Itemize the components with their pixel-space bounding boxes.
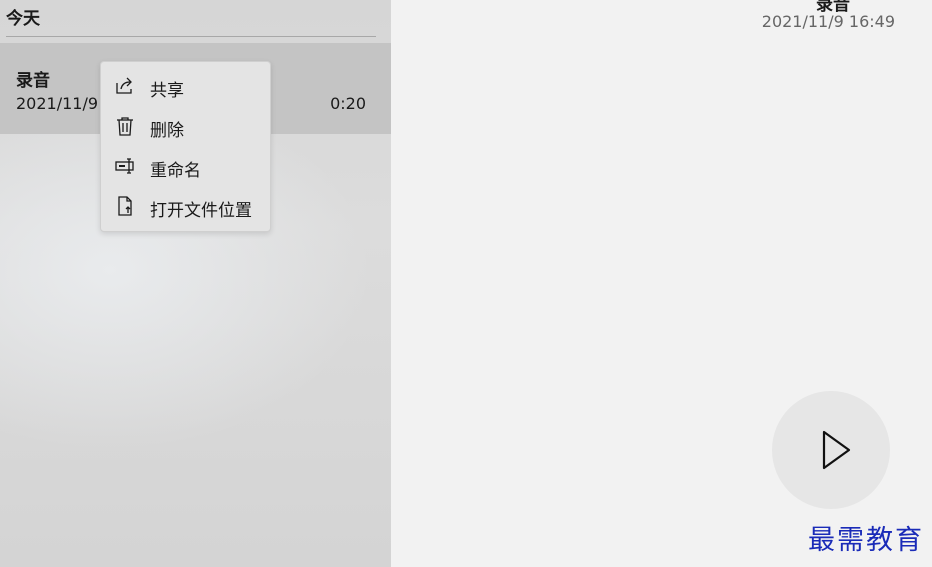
menu-item-delete[interactable]: 删除 [101,106,270,146]
recording-datetime: 2021/11/9 16:49 [761,12,895,31]
menu-item-rename-label: 重命名 [150,161,201,181]
group-header-today: 今天 [6,9,40,29]
context-menu: 共享 删除 重命名 打开文件位置 [100,61,271,232]
rename-icon [114,155,136,177]
watermark-logo: 最需教育 [808,525,924,556]
menu-item-share[interactable]: 共享 [101,66,270,106]
recording-name: 录音 [16,71,50,91]
group-divider [6,36,376,37]
recording-duration: 0:20 [330,94,366,113]
menu-item-open-file-location-label: 打开文件位置 [150,201,252,221]
menu-item-open-file-location[interactable]: 打开文件位置 [101,186,270,226]
play-button[interactable] [772,391,890,509]
open-file-location-icon [114,195,136,217]
menu-item-share-label: 共享 [150,81,184,101]
recording-date: 2021/11/9 [16,94,99,113]
menu-item-rename[interactable]: 重命名 [101,146,270,186]
menu-item-delete-label: 删除 [150,121,184,141]
play-icon [822,430,851,470]
share-icon [114,75,136,97]
playback-pane: 录音 2021/11/9 16:49 [391,0,932,567]
trash-icon [114,115,136,137]
